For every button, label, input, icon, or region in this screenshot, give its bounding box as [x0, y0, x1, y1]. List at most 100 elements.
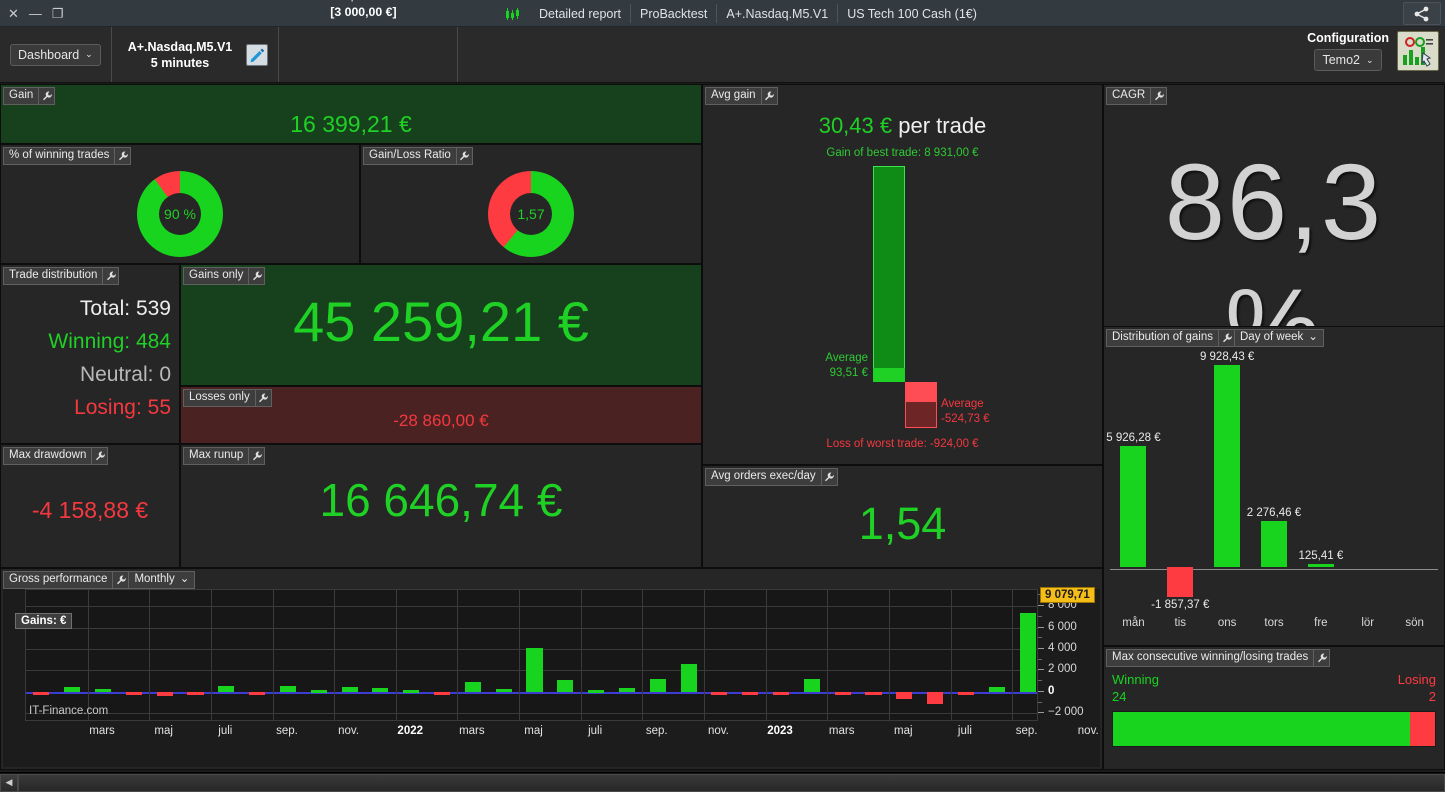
y-axis-tick-label: 2 000 [1048, 663, 1077, 676]
distribution-bar-column: -1 857,37 € [1151, 347, 1209, 615]
neutral-row: Neutral: 0 [48, 358, 171, 391]
grid-line-vertical [580, 590, 582, 720]
menu-item-probacktest[interactable]: ProBacktest [631, 4, 718, 23]
grid-line-horizontal [26, 627, 1037, 629]
wrench-icon[interactable] [103, 267, 120, 285]
close-icon[interactable]: ✕ [8, 7, 19, 20]
y-axis-minor-tick [1038, 669, 1042, 671]
chevron-down-icon: ⌄ [85, 49, 93, 59]
restore-icon[interactable]: ❐ [52, 7, 64, 20]
distribution-x-label: mån [1122, 617, 1145, 629]
start-amount: [3 000,00 €] [330, 4, 397, 19]
gross-performance-period-dropdown[interactable]: Monthly ⌄ [129, 571, 196, 589]
best-trade-bar [873, 166, 905, 382]
wrench-icon[interactable] [113, 571, 130, 589]
chart-settings-icon[interactable] [1397, 31, 1439, 71]
gross-performance-bar [680, 664, 697, 692]
winning-label: Winning: [48, 330, 131, 353]
donut-chart: 90 % [137, 171, 223, 257]
distribution-bar-value: -1 857,37 € [1151, 599, 1210, 611]
total-row: Total: 539 [48, 292, 171, 325]
edit-pencil-icon[interactable] [246, 43, 269, 66]
panel-gains-only: Gains only 45 259,21 € [180, 264, 702, 386]
neutral-value: 0 [159, 363, 171, 386]
gross-performance-bar [187, 691, 204, 695]
gross-performance-bar [557, 680, 574, 692]
horizontal-scrollbar[interactable]: ◀ [0, 772, 1445, 792]
distribution-bar [1214, 365, 1241, 567]
wrench-icon[interactable] [255, 389, 272, 407]
x-axis-tick-label: nov. [338, 725, 360, 737]
top-menu: Detailed report ProBacktest A+.Nasdaq.M5… [500, 0, 986, 27]
cagr-value: 86,3 % [1164, 141, 1384, 328]
dashboard-dropdown[interactable]: Dashboard ⌄ [10, 43, 101, 66]
distribution-plot-area: 5 926,28 € -1 857,37 € 9 928,43 € 2 276,46 … [1106, 347, 1438, 615]
wrench-icon[interactable] [1219, 329, 1235, 347]
menu-item-instrument[interactable]: US Tech 100 Cash (1€) [838, 4, 986, 23]
panel-avg-gain: Avg gain 30,43 € per trade Gain of best … [702, 84, 1103, 465]
start-value: 7 apr. 2021 18:05:00 [334, 0, 447, 2]
scroll-left-icon[interactable]: ◀ [0, 773, 18, 792]
wrench-icon[interactable] [456, 147, 473, 165]
grid-line-vertical [950, 590, 952, 720]
distribution-bar-column: 2 276,46 € [1247, 347, 1301, 615]
average-gain-bar [873, 368, 905, 382]
panel-trade-distribution: Trade distribution Total: 539 Winning: 4… [0, 264, 180, 444]
panel-avg-gain-title: Avg gain [705, 87, 778, 105]
menu-item-strategy[interactable]: A+.Nasdaq.M5.V1 [717, 4, 839, 23]
distribution-x-label: sön [1405, 617, 1424, 629]
watermark: IT-Finance.com [29, 705, 109, 717]
wrench-icon[interactable] [115, 147, 132, 165]
gross-performance-bar [403, 690, 420, 694]
minimize-icon[interactable]: — [29, 7, 42, 20]
avg-gain-worst-trade: Loss of worst trade: -924,00 € [826, 438, 979, 450]
grid-line-vertical [272, 590, 274, 720]
strategy-info: A+.Nasdaq.M5.V1 5 minutes [122, 39, 239, 71]
current-value-highlight: 9 079,71 [1040, 586, 1095, 603]
distribution-period-dropdown[interactable]: Day of week ⌄ [1235, 329, 1324, 347]
avg-gain-headline: 30,43 € per trade [703, 113, 1102, 139]
donut-center-value: 90 % [159, 193, 201, 235]
x-axis-tick-label: sep. [1015, 725, 1038, 737]
dashboard-selector-cell: Dashboard ⌄ [0, 27, 112, 82]
winning-row: Winning: 484 [48, 325, 171, 358]
y-axis-tick-label: −2 000 [1048, 706, 1084, 719]
x-axis-tick-label: juli [588, 725, 603, 737]
strategy-cell: A+.Nasdaq.M5.V1 5 minutes [112, 27, 280, 82]
grid-line-horizontal [26, 606, 1037, 608]
distribution-x-label: fre [1314, 617, 1328, 629]
wrench-icon[interactable] [249, 267, 266, 285]
max-drawdown-value: -4 158,88 € [31, 497, 149, 523]
grid-line-vertical [457, 590, 459, 720]
wrench-icon[interactable] [821, 468, 838, 486]
wrench-icon[interactable] [249, 447, 266, 465]
configuration-text: Configuration Temo2 ⌄ [1307, 31, 1389, 71]
scrollbar-track[interactable] [18, 773, 1445, 792]
window-controls: ✕ — ❐ [0, 7, 200, 20]
wrench-icon[interactable] [92, 447, 109, 465]
gross-performance-bar [218, 685, 235, 692]
trade-distribution-lines: Total: 539 Winning: 484 Neutral: 0 Losin… [48, 292, 171, 424]
configuration-dropdown[interactable]: Temo2 ⌄ [1314, 49, 1382, 71]
panel-losses-only-label: Losses only [183, 389, 256, 407]
panel-max-runup: Max runup 16 646,74 € [180, 444, 702, 568]
menu-item-detailed-report[interactable]: Detailed report [530, 4, 631, 23]
panel-gain-label: Gain [3, 87, 40, 105]
wrench-icon[interactable] [39, 87, 56, 105]
share-icon[interactable] [1403, 2, 1441, 25]
panel-gross-performance-title: Gross performance Monthly ⌄ [3, 571, 196, 589]
gross-performance-bar [988, 686, 1005, 692]
gross-performance-bar [495, 689, 512, 693]
gross-performance-bar [341, 687, 358, 692]
winning-label: Winning [1112, 672, 1159, 687]
y-axis-tick-label: 6 000 [1048, 620, 1077, 633]
grid-line-vertical [642, 590, 644, 720]
wrench-icon[interactable] [761, 87, 778, 105]
dates-cell: Start: 7 apr. 2021 18:05:00 [3 000,00 €]… [279, 0, 458, 138]
max-consecutive-bar [1112, 711, 1436, 747]
average-loss-text: Average [941, 398, 984, 410]
wrench-icon[interactable] [1314, 649, 1331, 667]
losing-label: Losing [1397, 672, 1436, 687]
strategy-timeframe: 5 minutes [150, 55, 210, 70]
wrench-icon[interactable] [1151, 87, 1168, 105]
